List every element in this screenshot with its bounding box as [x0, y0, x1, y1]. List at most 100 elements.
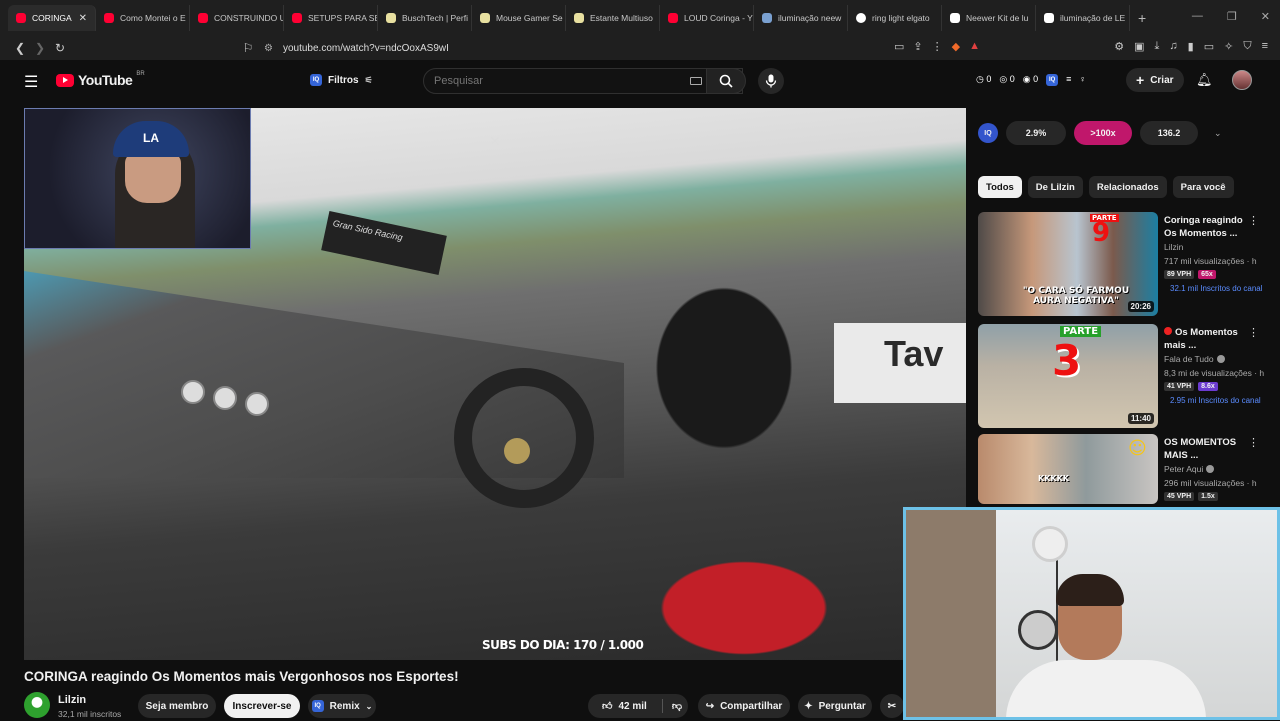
chip-related[interactable]: Relacionados [1088, 176, 1167, 198]
restore-icon[interactable]: ❐ [1227, 10, 1237, 23]
bookmark-icon[interactable]: ⚐ [238, 41, 258, 55]
download-icon[interactable]: ⤓ [1155, 40, 1160, 53]
like-count: 42 mil [618, 700, 647, 712]
notifications-bell-icon[interactable]: 🔔︎ [1196, 72, 1213, 88]
more-options-icon[interactable]: ⋮ [1248, 326, 1259, 339]
wallet-icon[interactable]: ▭ [1204, 40, 1214, 53]
streamer [1006, 574, 1206, 717]
chip-channel[interactable]: De Lilzin [1027, 176, 1083, 198]
join-button[interactable]: Seja membro [138, 694, 216, 718]
chip-for-you[interactable]: Para você [1172, 176, 1234, 198]
close-window-icon[interactable]: ✕ [1261, 10, 1270, 23]
iq-extension-icon[interactable]: IQ [1046, 74, 1059, 86]
video-thumbnail[interactable]: PARTE 3 11:40 [978, 324, 1158, 428]
brave-shield-icon[interactable]: ◆ [952, 40, 960, 53]
chevron-down-icon[interactable]: ⌄ [1214, 128, 1222, 139]
video-thumbnail[interactable]: KKKKK ☺ [978, 434, 1158, 504]
search-box[interactable] [423, 68, 743, 94]
search-input[interactable] [434, 75, 684, 87]
browser-tab[interactable]: CONSTRUINDO U [190, 5, 284, 31]
minimize-icon[interactable]: — [1192, 10, 1203, 23]
channel-name[interactable]: Lilzin [58, 694, 86, 706]
chip-todos[interactable]: Todos [978, 176, 1022, 198]
list-icon[interactable]: ≡ [1066, 74, 1071, 86]
browser-tab[interactable]: Mouse Gamer Se [472, 5, 566, 31]
rec-channel[interactable]: Lilzin [1164, 242, 1183, 252]
channel-avatar[interactable] [24, 692, 50, 718]
forward-icon[interactable]: ❯ [30, 41, 50, 55]
rec-channel[interactable]: Peter Aqui [1164, 464, 1215, 474]
steering-hub [504, 438, 530, 464]
tab-label: Mouse Gamer Se [496, 13, 563, 23]
engagement-stat: 2.9% [1006, 121, 1066, 145]
browser-tab[interactable]: LOUD Coringa - Y [660, 5, 754, 31]
recommendation-item[interactable]: PARTE 3 11:40 Os Momentos mais ... ⋮ Fal… [978, 324, 1268, 428]
main-menu-icon[interactable]: ≡ [1262, 40, 1268, 53]
browser-tab[interactable]: Como Montei o E [96, 5, 190, 31]
browser-tab[interactable]: CORINGA ✕ [8, 5, 96, 31]
rec-title[interactable]: Coringa reagindo Os Momentos ... [1164, 214, 1256, 240]
verified-icon [1206, 465, 1215, 473]
extension-icon[interactable]: ▣ [1134, 40, 1144, 53]
video-title: CORINGA reagindo Os Momentos mais Vergon… [24, 669, 459, 684]
filters-button[interactable]: IQ Filtros ⚟ [302, 68, 381, 92]
address-bar[interactable]: ⚙ youtube.com/watch?v=ndcOoxAS9wI [264, 39, 884, 57]
recommendation-item[interactable]: KKKKK ☺ OS MOMENTOS MAIS ... ⋮ Peter Aqu… [978, 434, 1268, 504]
new-tab-button[interactable]: + [1138, 10, 1146, 26]
award-icon[interactable]: ♀ [1079, 74, 1086, 86]
hamburger-menu-icon[interactable]: ☰ [24, 72, 38, 92]
extension-icon[interactable]: ⚙ [1114, 40, 1124, 53]
menu-dots-icon[interactable]: ⋮ [932, 40, 943, 53]
browser-tab[interactable]: Estante Multiuso [566, 5, 660, 31]
remix-button[interactable]: IQ Remix ⌄ [308, 694, 376, 718]
more-options-icon[interactable]: ⋮ [1248, 214, 1259, 227]
leo-icon[interactable]: ✧ [1224, 40, 1233, 53]
recommendation-item[interactable]: PARTE 9 "O CARA SÓ FARMOU AURA NEGATIVA"… [978, 212, 1268, 316]
create-button[interactable]: + Criar [1126, 68, 1184, 92]
laughing-emoji-icon: ☺ [1128, 438, 1147, 459]
tab-label: Como Montei o E [120, 13, 186, 23]
subscribe-button[interactable]: Inscrever-se [224, 694, 300, 718]
user-avatar[interactable] [1232, 70, 1252, 90]
dislike-button[interactable]: 👎︎ [666, 694, 688, 718]
browser-tab[interactable]: ring light elgato [848, 5, 942, 31]
browser-tab[interactable]: Neewer Kit de lu [942, 5, 1036, 31]
rec-title[interactable]: OS MOMENTOS MAIS ... [1164, 436, 1256, 462]
site-settings-icon[interactable]: ⚙ [264, 43, 273, 54]
back-icon[interactable]: ❮ [10, 41, 30, 55]
video-thumbnail[interactable]: PARTE 9 "O CARA SÓ FARMOU AURA NEGATIVA"… [978, 212, 1158, 316]
tab-label: Estante Multiuso [590, 13, 653, 23]
ask-button[interactable]: ✦ Perguntar [798, 694, 872, 718]
keyboard-icon[interactable] [690, 77, 702, 85]
scissors-icon: ✂ [887, 700, 897, 712]
rec-channel[interactable]: Fala de Tudo [1164, 354, 1225, 364]
sidebar-icon[interactable]: ▮ [1188, 40, 1194, 53]
browser-tab[interactable]: iluminação neew [754, 5, 848, 31]
share-button[interactable]: ↪ Compartilhar [698, 694, 790, 718]
filters-label: Filtros [328, 74, 359, 86]
shop-favicon-icon [386, 13, 396, 23]
vpn-icon[interactable]: ⛉ [1243, 40, 1251, 53]
voice-search-button[interactable] [758, 68, 784, 94]
close-overlay-icon[interactable]: ✕ [487, 133, 503, 149]
tab-label: ring light elgato [872, 13, 930, 23]
vph-badge: 89 VPH [1164, 270, 1195, 279]
youtube-logo[interactable]: YouTube BR [56, 71, 145, 88]
subscriber-count: 32,1 mil inscritos [58, 709, 122, 719]
browser-tab[interactable]: SETUPS PARA SE [284, 5, 378, 31]
share-icon[interactable]: ⇪ [913, 40, 922, 53]
cast-icon[interactable]: ▭ [894, 40, 904, 53]
rec-title[interactable]: Os Momentos mais ... [1164, 326, 1256, 352]
tab-label: Neewer Kit de lu [966, 13, 1029, 23]
music-icon[interactable]: ♫ [1169, 40, 1177, 53]
search-button[interactable] [706, 68, 746, 94]
clip-button[interactable]: ✂ [880, 694, 904, 718]
browser-tab[interactable]: iluminação de LE [1036, 5, 1130, 31]
vidiq-logo-icon[interactable]: IQ [978, 123, 998, 143]
brave-rewards-icon[interactable]: ▲ [969, 40, 980, 53]
reload-icon[interactable]: ↻ [50, 41, 70, 55]
close-tab-icon[interactable]: ✕ [79, 13, 87, 24]
browser-tab[interactable]: BuschTech | Perfi [378, 5, 472, 31]
tab-label: CORINGA [32, 13, 72, 23]
more-options-icon[interactable]: ⋮ [1248, 436, 1259, 449]
